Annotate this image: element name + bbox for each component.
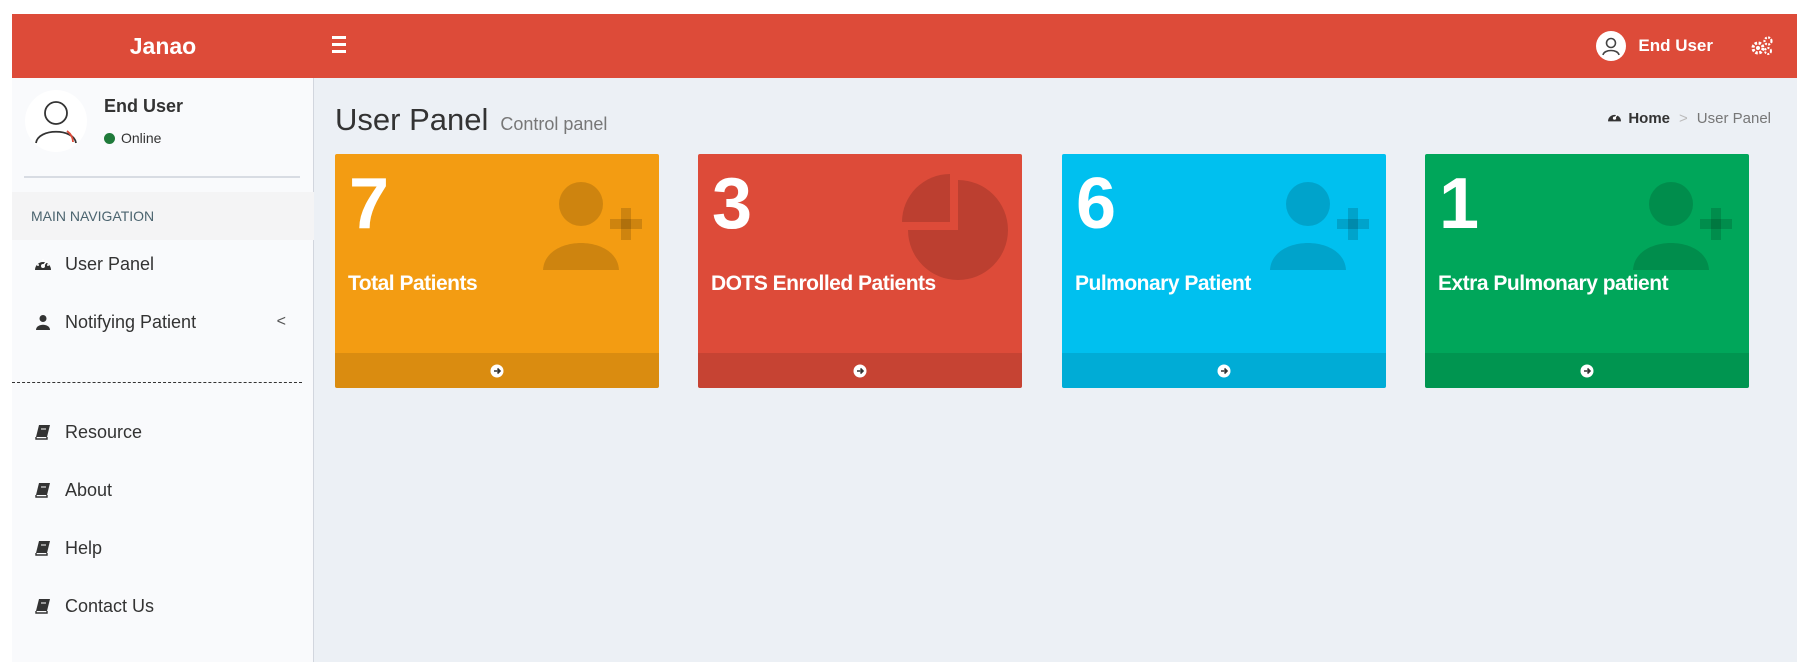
user-status: Online bbox=[104, 130, 161, 146]
sidebar-item-about[interactable]: About bbox=[12, 466, 314, 514]
logo[interactable]: Janao bbox=[12, 14, 314, 78]
sidebar-item-notifying-patient[interactable]: Notifying Patient < bbox=[12, 298, 314, 346]
nav-header: MAIN NAVIGATION bbox=[12, 192, 314, 240]
sidebar-item-label: About bbox=[65, 479, 113, 500]
stat-box-extra-pulmonary: 1 Extra Pulmonary patient bbox=[1425, 154, 1749, 388]
stat-value: 1 bbox=[1439, 164, 1480, 244]
user-avatar-icon bbox=[1596, 31, 1627, 61]
sidebar-item-label: Notifying Patient bbox=[65, 311, 197, 332]
book-icon bbox=[34, 423, 52, 441]
dashboard-icon bbox=[34, 255, 52, 273]
online-status-icon bbox=[104, 132, 115, 144]
user-plus-icon bbox=[1268, 178, 1372, 279]
sidebar-item-label: User Panel bbox=[65, 253, 155, 274]
user-icon bbox=[34, 313, 52, 331]
more-info-link[interactable] bbox=[1425, 353, 1749, 388]
dashboard-icon bbox=[1607, 110, 1622, 127]
book-icon bbox=[34, 481, 52, 499]
sidebar-user-panel: End User Online bbox=[12, 78, 314, 178]
user-plus-icon bbox=[1631, 178, 1735, 279]
more-info-link[interactable] bbox=[335, 353, 659, 388]
arrow-circle-right-icon bbox=[490, 364, 504, 377]
book-icon bbox=[34, 597, 52, 615]
breadcrumb-home-link[interactable]: Home bbox=[1628, 110, 1670, 127]
arrow-circle-right-icon bbox=[1580, 364, 1594, 377]
breadcrumb-current: User Panel bbox=[1696, 110, 1771, 127]
page-title: User Panel Control panel bbox=[335, 102, 607, 138]
sidebar-user-name: End User bbox=[104, 96, 184, 116]
page-subtitle: Control panel bbox=[500, 114, 608, 134]
user-menu[interactable]: End User bbox=[1596, 30, 1713, 62]
stat-value: 6 bbox=[1076, 164, 1117, 244]
sidebar-item-resource[interactable]: Resource bbox=[12, 408, 314, 456]
sidebar-toggle-icon[interactable] bbox=[332, 36, 354, 56]
divider bbox=[24, 176, 300, 178]
sidebar-item-contact-us[interactable]: Contact Us bbox=[12, 582, 314, 630]
stat-box-dots-enrolled: 3 DOTS Enrolled Patients bbox=[698, 154, 1022, 388]
sidebar-item-label: Resource bbox=[65, 421, 143, 442]
sidebar-item-user-panel[interactable]: User Panel bbox=[12, 240, 314, 288]
breadcrumb-separator: > bbox=[1679, 110, 1688, 127]
stat-value: 3 bbox=[712, 164, 753, 244]
page-title-text: User Panel bbox=[335, 102, 489, 137]
pie-chart-icon bbox=[898, 174, 1010, 291]
more-info-link[interactable] bbox=[698, 353, 1022, 388]
stat-box-total-patients: 7 Total Patients bbox=[335, 154, 659, 388]
stat-label: Pulmonary Patient bbox=[1075, 272, 1251, 295]
user-status-text: Online bbox=[121, 130, 162, 146]
more-info-link[interactable] bbox=[1062, 353, 1386, 388]
user-plus-icon bbox=[541, 178, 645, 279]
stat-box-pulmonary: 6 Pulmonary Patient bbox=[1062, 154, 1386, 388]
avatar bbox=[25, 90, 87, 152]
sidebar-item-label: Help bbox=[65, 537, 103, 558]
arrow-circle-right-icon bbox=[853, 364, 867, 377]
chevron-left-icon: < bbox=[276, 313, 286, 330]
top-navbar: Janao End User bbox=[12, 14, 1797, 78]
stat-label: Total Patients bbox=[348, 272, 478, 295]
sidebar: End User Online MAIN NAVIGATION User Pan… bbox=[12, 78, 314, 662]
app: Janao End User End User Online MAIN NAVI… bbox=[12, 14, 1797, 662]
book-icon bbox=[34, 539, 52, 557]
user-name: End User bbox=[1638, 36, 1713, 55]
sidebar-item-help[interactable]: Help bbox=[12, 524, 314, 572]
arrow-circle-right-icon bbox=[1217, 364, 1231, 377]
breadcrumb: Home > User Panel bbox=[1607, 110, 1771, 127]
divider bbox=[12, 382, 302, 383]
settings-gears-icon[interactable] bbox=[1749, 34, 1775, 58]
stat-value: 7 bbox=[349, 164, 390, 244]
sidebar-item-label: Contact Us bbox=[65, 595, 155, 616]
